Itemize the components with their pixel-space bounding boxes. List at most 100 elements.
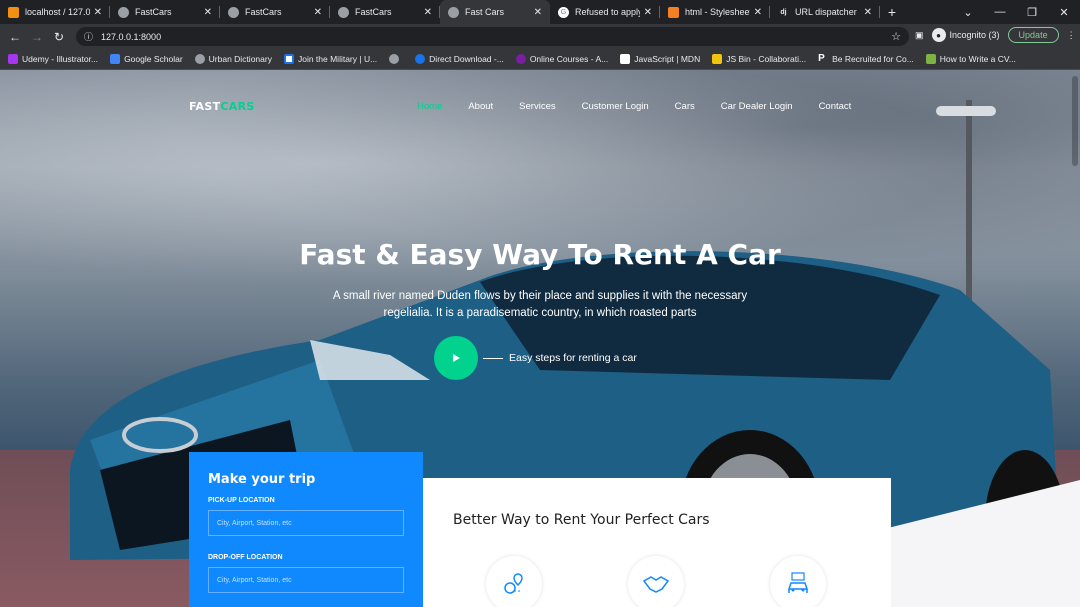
bookmark-item[interactable]: Urban Dictionary [194,54,272,64]
menu-item-services[interactable]: Services [519,101,555,112]
handshake-icon [628,556,684,607]
update-button[interactable]: Update [1007,27,1059,43]
browser-tab[interactable]: dj URL dispatcher | D ✕ [770,0,880,24]
steps-link[interactable]: Easy steps for renting a car [483,352,637,364]
trip-form: Make your trip PICK-UP LOCATION City, Ai… [189,452,423,607]
toolbar-right: ▣ ● Incognito (3) Update ⋮ [915,27,1076,43]
menu-item-about[interactable]: About [468,101,493,112]
close-icon[interactable]: ✕ [864,7,872,18]
bookmark-item[interactable]: JavaScript | MDN [620,54,700,64]
bookmark-item[interactable]: Online Courses - A... [515,54,609,64]
bookmark-star-icon[interactable]: ☆ [891,30,901,43]
tab-title: Fast Cars [465,7,505,17]
minimize-icon[interactable]: — [984,6,1016,18]
menu-item-customer-login[interactable]: Customer Login [582,101,649,112]
globe-icon [415,54,426,64]
site-navbar: FASTCARS Home About Services Customer Lo… [0,70,1080,145]
tab-title: FastCars [135,7,172,17]
incognito-profile[interactable]: ● Incognito (3) [931,28,1000,42]
tab-title: URL dispatcher | D [795,7,860,17]
jsbin-icon [712,54,723,64]
pickup-label: PICK-UP LOCATION [208,497,275,504]
close-icon[interactable]: ✕ [754,7,762,18]
browser-tab[interactable]: FastCars ✕ [220,0,330,24]
info-icon[interactable]: ⓘ [84,30,93,43]
hero-subtitle: A small river named Duden flows by their… [300,288,780,322]
browser-toolbar: ← → ↻ ⓘ 127.0.0.1:8000 ☆ ▣ ● Incognito (3… [0,24,1080,49]
play-video-button[interactable] [434,336,478,380]
menu-kebab-icon[interactable]: ⋮ [1067,30,1076,41]
site-logo[interactable]: FASTCARS [189,100,255,113]
steps-label: Easy steps for renting a car [509,352,637,364]
back-icon[interactable]: ← [4,30,26,44]
menu-item-home[interactable]: Home [417,101,442,112]
browser-tab[interactable]: localhost / 127.0.0 ✕ [0,0,110,24]
bookmark-label: Online Courses - A... [529,54,609,64]
incognito-icon: ● [931,28,946,42]
scrollbar-thumb[interactable] [1072,76,1078,166]
new-tab-button[interactable]: + [880,0,904,24]
close-icon[interactable]: ✕ [424,7,432,18]
page-scrollbar[interactable] [1070,70,1080,607]
tab-title: FastCars [355,7,392,17]
browser-tab-strip: localhost / 127.0.0 ✕ FastCars ✕ FastCars ✕… [0,0,1080,24]
globe-icon [118,6,129,18]
forward-icon[interactable]: → [26,30,48,44]
browser-tab[interactable]: FastCars ✕ [110,0,220,24]
feature-icons [486,556,826,607]
bookmark-label: Be Recruited for Co... [832,54,914,64]
bookmark-item[interactable]: Udemy - Illustrator... [8,54,98,64]
bookmark-label: Urban Dictionary [208,54,272,64]
logo-text: FAST [189,100,221,113]
bookmark-item[interactable] [389,54,403,64]
globe-icon [228,6,239,18]
reload-icon[interactable]: ↻ [48,30,70,44]
profile-label: Incognito (3) [949,30,1000,40]
window-controls: ⌄ — ❐ ✕ [952,0,1080,24]
tab-title: html - Stylesheet [685,7,750,17]
bookmark-item[interactable]: Google Scholar [110,54,183,64]
menu-item-contact[interactable]: Contact [819,101,852,112]
bookmark-item[interactable]: Join the Military | U... [283,54,378,64]
chevron-down-icon[interactable]: ⌄ [952,6,984,19]
stackoverflow-icon [668,6,679,18]
globe-icon [194,54,205,64]
udemy-icon [8,54,18,64]
browser-tab[interactable]: FastCars ✕ [330,0,440,24]
menu-item-cars[interactable]: Cars [675,101,695,112]
services-card: Better Way to Rent Your Perfect Cars [423,478,891,607]
address-bar[interactable]: ⓘ 127.0.0.1:8000 ☆ [76,27,909,46]
restore-icon[interactable]: ❐ [1016,6,1048,19]
close-icon[interactable]: ✕ [94,7,102,18]
bookmark-label: JavaScript | MDN [634,54,701,64]
bookmark-item[interactable]: P Be Recruited for Co... [818,53,914,65]
rent-car-icon [770,556,826,607]
close-icon[interactable]: ✕ [204,7,212,18]
pickup-location-input[interactable]: City, Airport, Station, etc [208,510,404,536]
bookmark-item[interactable]: Direct Download -... [415,54,504,64]
bookmark-item[interactable]: How to Write a CV... [925,54,1016,64]
django-icon: dj [780,8,787,16]
p-icon: P [818,53,825,64]
bookmark-label: Google Scholar [124,54,183,64]
bookmark-label: Join the Military | U... [297,54,378,64]
globe-icon [389,54,400,64]
page-viewport: FASTCARS Home About Services Customer Lo… [0,70,1080,607]
play-icon [452,354,460,362]
side-panel-icon[interactable]: ▣ [915,30,924,41]
close-icon[interactable]: ✕ [534,7,542,18]
dropoff-location-input[interactable]: City, Airport, Station, etc [208,567,404,593]
tab-title: FastCars [245,7,282,17]
bookmark-label: How to Write a CV... [939,54,1016,64]
close-icon[interactable]: ✕ [314,7,322,18]
browser-tab[interactable]: G Refused to apply ✕ [550,0,660,24]
menu-item-car-dealer-login[interactable]: Car Dealer Login [721,101,793,112]
browser-tab-active[interactable]: Fast Cars ✕ [440,0,550,24]
bookmark-item[interactable]: JS Bin - Collaborati... [712,54,806,64]
phpmyadmin-icon [8,6,19,18]
close-window-icon[interactable]: ✕ [1048,6,1080,19]
dropoff-label: DROP-OFF LOCATION [208,554,283,561]
mdn-icon [620,54,631,64]
close-icon[interactable]: ✕ [644,7,652,18]
browser-tab[interactable]: html - Stylesheet ✕ [660,0,770,24]
